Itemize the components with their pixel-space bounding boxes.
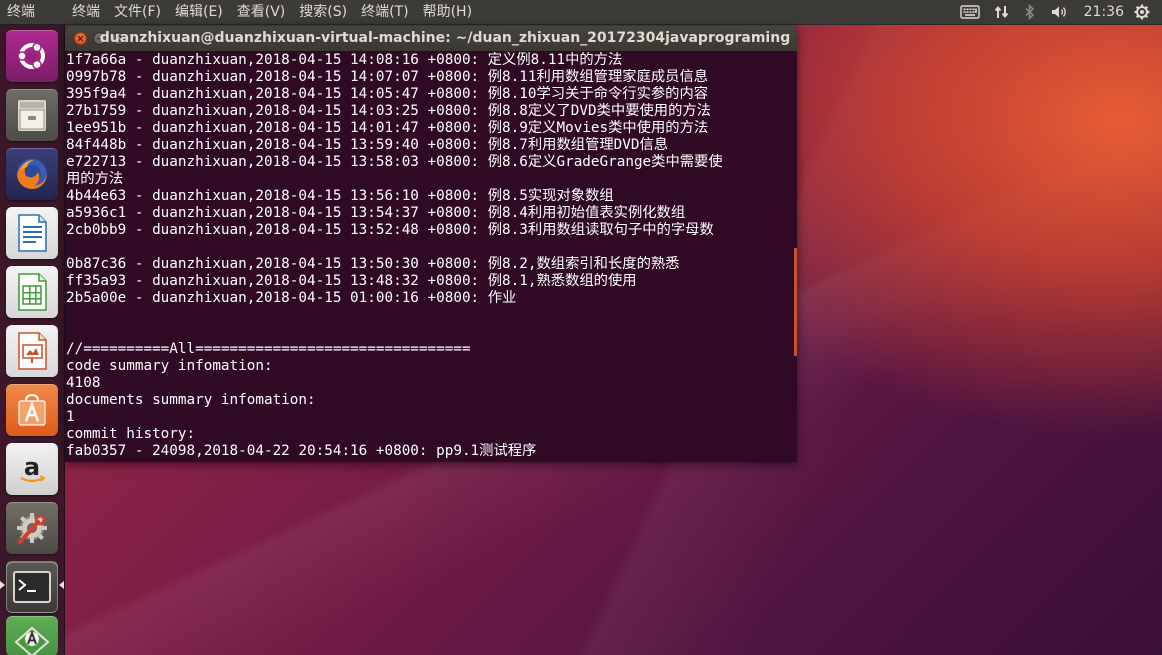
menu-help[interactable]: 帮助(H): [423, 0, 472, 24]
launcher-ubuntu-software[interactable]: [6, 384, 58, 436]
launcher-focused-indicator-right: [59, 581, 64, 589]
settings-wrench-gear-icon: [6, 502, 58, 554]
terminal-line: 27b1759 - duanzhixuan,2018-04-15 14:03:2…: [66, 103, 711, 119]
terminal-line: 0997b78 - duanzhixuan,2018-04-15 14:07:0…: [66, 69, 709, 85]
launcher-amazon[interactable]: a: [6, 443, 58, 495]
menu-search[interactable]: 搜索(S): [299, 0, 347, 24]
launcher-files[interactable]: [6, 89, 58, 141]
bluetooth-icon[interactable]: [1024, 4, 1036, 20]
indicator-area: 21:36: [946, 0, 1154, 24]
terminal-scrollbar[interactable]: [794, 248, 797, 356]
launcher-terminal[interactable]: [6, 561, 58, 613]
top-panel: 终端 终端 文件(F) 编辑(E) 查看(V) 搜索(S) 终端(T) 帮助(H…: [0, 0, 1162, 24]
launcher-libreoffice-calc[interactable]: [6, 266, 58, 318]
terminal-window[interactable]: duanzhixuan@duanzhixuan-virtual-machine:…: [65, 26, 797, 462]
terminal-line: 2b5a00e - duanzhixuan,2018-04-15 01:00:1…: [66, 290, 517, 306]
menu-edit[interactable]: 编辑(E): [175, 0, 223, 24]
active-app-name: 终端: [7, 4, 35, 20]
terminal-line: 395f9a4 - duanzhixuan,2018-04-15 14:05:4…: [66, 86, 709, 102]
menu-bar: 终端 文件(F) 编辑(E) 查看(V) 搜索(S) 终端(T) 帮助(H): [72, 0, 486, 24]
keyboard-icon[interactable]: [959, 5, 980, 19]
writer-document-icon: [6, 207, 58, 259]
power-gear-icon[interactable]: [1134, 4, 1150, 20]
terminal-line: a5936c1 - duanzhixuan,2018-04-15 13:54:3…: [66, 205, 686, 221]
terminal-line: e722713 - duanzhixuan,2018-04-15 13:58:0…: [66, 154, 723, 170]
launcher-running-indicator-left: [0, 581, 5, 589]
volume-icon[interactable]: [1050, 4, 1070, 20]
window-title: duanzhixuan@duanzhixuan-virtual-machine:…: [99, 30, 791, 46]
menu-file[interactable]: 文件(F): [114, 0, 161, 24]
window-titlebar[interactable]: duanzhixuan@duanzhixuan-virtual-machine:…: [65, 26, 797, 51]
impress-presentation-icon: [6, 325, 58, 377]
amazon-logo-icon: a: [6, 443, 58, 495]
menu-terminal-app[interactable]: 终端: [72, 0, 100, 24]
terminal-line: 1: [66, 409, 75, 425]
clock[interactable]: 21:36: [1084, 0, 1124, 24]
terminal-line: ff35a93 - duanzhixuan,2018-04-15 13:48:3…: [66, 273, 637, 289]
terminal-line: commit history:: [66, 426, 196, 442]
launcher-libreoffice-impress[interactable]: [6, 325, 58, 377]
terminal-line: 84f448b - duanzhixuan,2018-04-15 13:59:4…: [66, 137, 669, 153]
terminal-line: 4b44e63 - duanzhixuan,2018-04-15 13:56:1…: [66, 188, 614, 204]
launcher-software-updater[interactable]: [6, 616, 58, 655]
terminal-line: documents summary infomation:: [66, 392, 316, 408]
launcher-system-settings[interactable]: [6, 502, 58, 554]
terminal-icon: [6, 561, 58, 613]
terminal-line: //==========All=========================…: [66, 341, 471, 357]
terminal-line: 用的方法: [66, 171, 124, 187]
launcher-firefox[interactable]: [6, 148, 58, 200]
menu-terminal[interactable]: 终端(T): [361, 0, 408, 24]
firefox-icon: [6, 148, 58, 200]
launcher-libreoffice-writer[interactable]: [6, 207, 58, 259]
terminal-line: fab0357 - 24098,2018-04-22 20:54:16 +080…: [66, 443, 537, 459]
file-cabinet-icon: [6, 89, 58, 141]
terminal-line: 1f7a66a - duanzhixuan,2018-04-15 14:08:1…: [66, 52, 623, 68]
network-icon[interactable]: [994, 4, 1010, 20]
calc-spreadsheet-icon: [6, 266, 58, 318]
terminal-output[interactable]: 1f7a66a - duanzhixuan,2018-04-15 14:08:1…: [66, 52, 791, 462]
software-updater-icon: [6, 616, 58, 655]
terminal-line: 0b87c36 - duanzhixuan,2018-04-15 13:50:3…: [66, 256, 680, 272]
ubuntu-logo-icon: [6, 30, 58, 82]
launcher-ubuntu-dash[interactable]: [6, 30, 58, 82]
svg-text:a: a: [24, 453, 40, 481]
menu-view[interactable]: 查看(V): [237, 0, 286, 24]
software-bag-icon: [6, 384, 58, 436]
terminal-line: 4108: [66, 375, 101, 391]
terminal-line: code summary infomation:: [66, 358, 273, 374]
terminal-line: 2cb0bb9 - duanzhixuan,2018-04-15 13:52:4…: [66, 222, 714, 238]
terminal-line: 1ee951b - duanzhixuan,2018-04-15 14:01:4…: [66, 120, 709, 136]
launcher: a: [0, 24, 65, 655]
